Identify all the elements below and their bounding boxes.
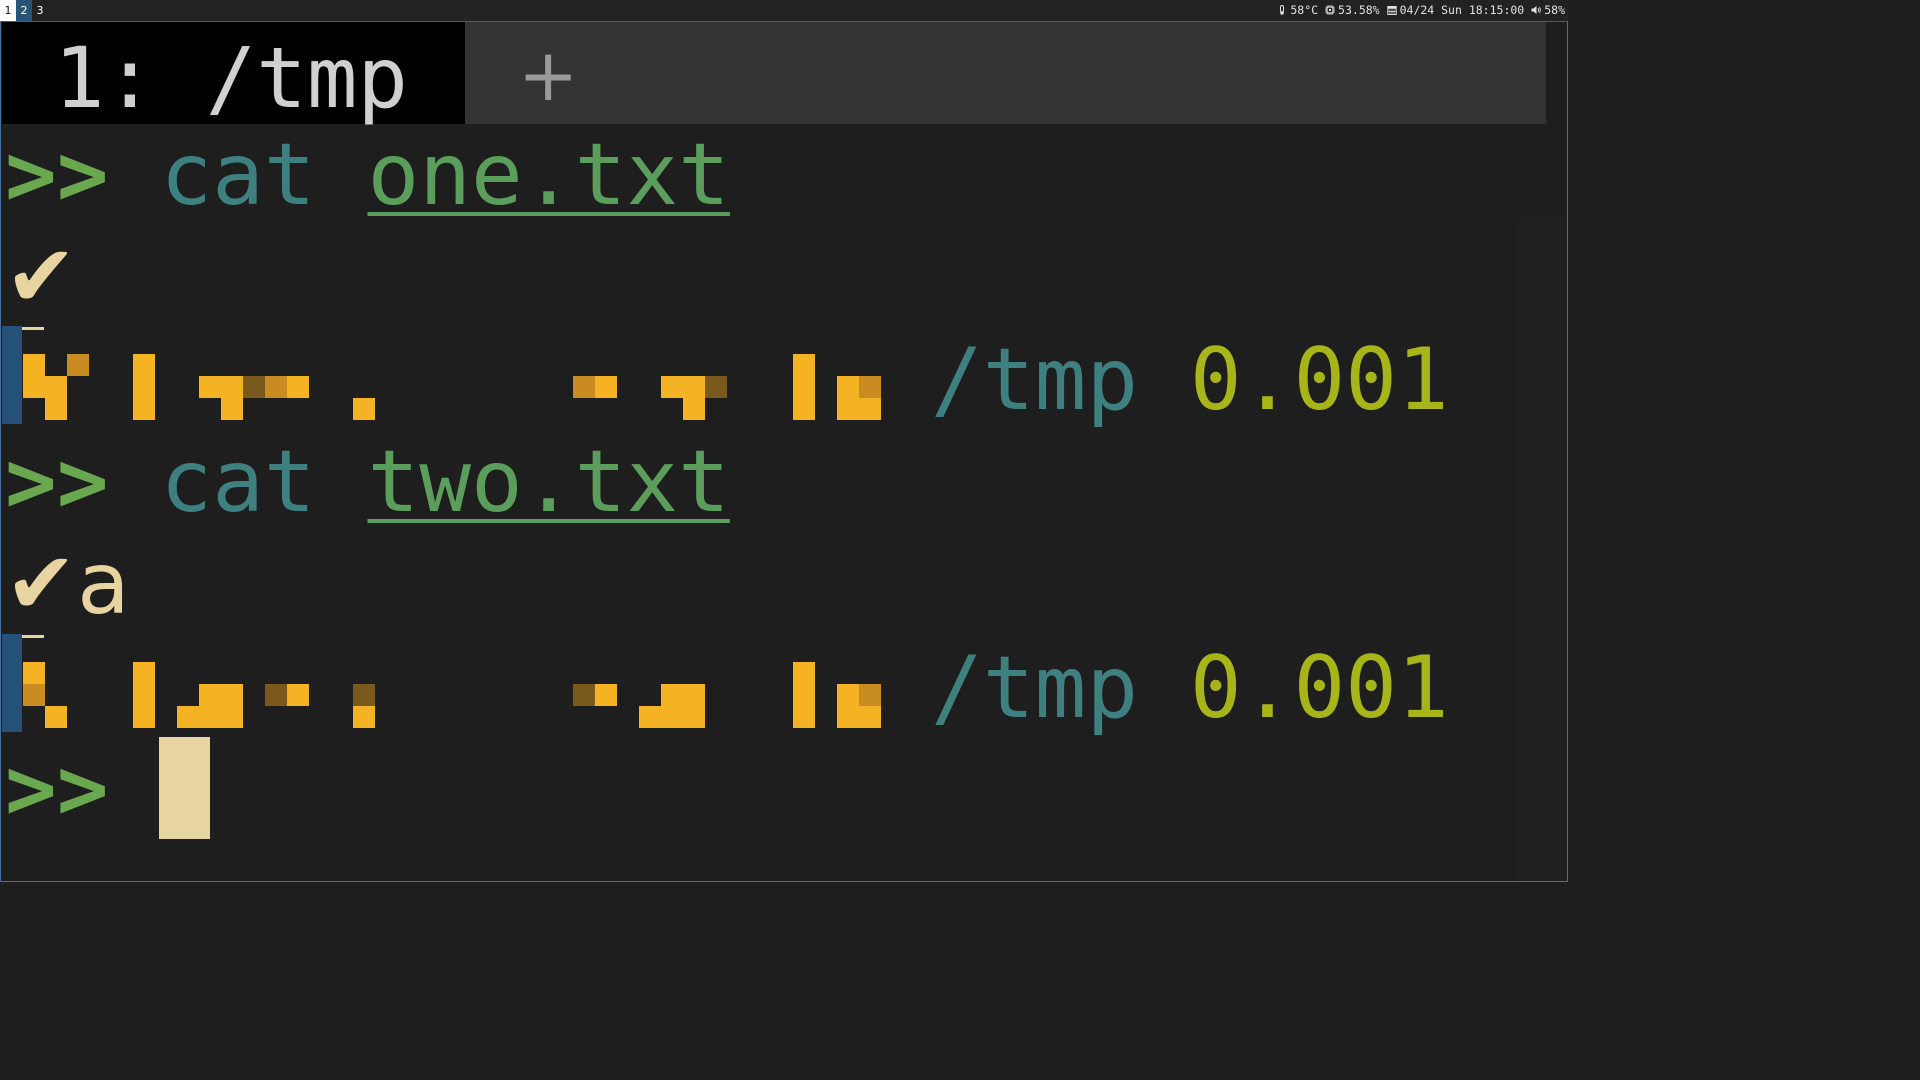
- text-cursor[interactable]: [159, 737, 210, 839]
- status-indicators: 58°C 53.58% 04/24 Sun 18:15:00 58%: [1270, 0, 1565, 21]
- spark-block: [705, 376, 727, 398]
- spark-block: [287, 684, 309, 706]
- spark-block: [221, 398, 243, 420]
- command-text: cat: [160, 125, 316, 225]
- status-info: /tmp 0.001: [931, 330, 1449, 430]
- volume-value: 58%: [1544, 3, 1565, 17]
- spark-block: [859, 376, 881, 398]
- duration-label: 0.001: [1189, 638, 1449, 738]
- spark-block: [683, 398, 705, 420]
- success-check-icon: ✔: [5, 227, 78, 327]
- cpu-value: 53.58%: [1338, 3, 1380, 17]
- spark-block: [859, 684, 881, 706]
- prompt-symbol: >>: [5, 432, 109, 532]
- spark-block: [67, 354, 89, 376]
- spark-block: [353, 706, 375, 728]
- prompt-symbol: >>: [5, 125, 109, 225]
- success-check-icon: ✔: [5, 534, 78, 634]
- status-bar: 1 2 3 58°C 53.58% 04/24 Sun 18:15:00 58%: [0, 0, 1568, 21]
- output-text: a: [77, 534, 130, 634]
- output-line: ✔a: [5, 534, 130, 634]
- spark-block: [199, 376, 243, 398]
- command-line: >> cat one.txt: [5, 125, 730, 225]
- command-line: >>: [5, 739, 109, 839]
- spark-block: [133, 662, 155, 728]
- spark-block: [793, 662, 815, 728]
- spark-block: [23, 684, 45, 706]
- workspace-2-button[interactable]: 2: [16, 0, 32, 21]
- spark-block: [265, 376, 287, 398]
- command-line: >> cat two.txt: [5, 432, 730, 532]
- spark-block: [573, 376, 595, 398]
- directory-label: /tmp: [931, 638, 1139, 738]
- spark-block: [45, 398, 67, 420]
- spark-block: [639, 706, 661, 728]
- spark-block: [661, 376, 705, 398]
- prompt-symbol: >>: [5, 739, 109, 839]
- scrollbar[interactable]: [1515, 218, 1567, 881]
- spark-block: [793, 354, 815, 420]
- workspace-3-button[interactable]: 3: [32, 0, 48, 21]
- workspace-1-button[interactable]: 1: [0, 0, 16, 21]
- spark-block: [661, 684, 705, 728]
- tab-1[interactable]: 1: /tmp: [2, 22, 465, 127]
- spark-block: [133, 354, 155, 420]
- temperature-value: 58°C: [1290, 3, 1319, 17]
- datetime-value: 04/24 Sun 18:15:00: [1399, 3, 1525, 17]
- spark-block: [243, 376, 265, 398]
- spark-block: [23, 662, 45, 684]
- spark-block: [573, 684, 595, 706]
- thermometer-icon: [1280, 5, 1285, 15]
- spark-block: [177, 706, 199, 728]
- spark-block: [353, 684, 375, 706]
- volume-icon: [1531, 6, 1542, 14]
- file-argument[interactable]: two.txt: [367, 432, 729, 532]
- terminal-window[interactable]: 1: /tmp + >> cat one.txt ✔ /tmp 0.001 >>…: [0, 21, 1568, 882]
- tab-title: 1: /tmp: [54, 29, 409, 127]
- new-tab-button[interactable]: +: [518, 30, 578, 120]
- timing-sparkline: [23, 662, 881, 728]
- spark-block: [23, 354, 45, 398]
- spark-block: [595, 684, 617, 706]
- output-line: ✔: [5, 227, 77, 327]
- status-info: /tmp 0.001: [931, 638, 1449, 738]
- spark-block: [287, 376, 309, 398]
- spark-block: [595, 376, 617, 398]
- spark-block: [45, 706, 67, 728]
- cpu-icon: [1325, 5, 1336, 15]
- spark-block: [199, 684, 243, 728]
- timing-sparkline: [23, 354, 881, 420]
- duration-label: 0.001: [1189, 330, 1449, 430]
- tab-bar: 1: /tmp +: [2, 22, 1546, 127]
- spark-block: [265, 684, 287, 706]
- command-text: cat: [160, 432, 316, 532]
- directory-label: /tmp: [931, 330, 1139, 430]
- calendar-icon: [1386, 6, 1397, 15]
- spark-block: [45, 376, 67, 398]
- file-argument[interactable]: one.txt: [367, 125, 729, 225]
- spark-block: [353, 398, 375, 420]
